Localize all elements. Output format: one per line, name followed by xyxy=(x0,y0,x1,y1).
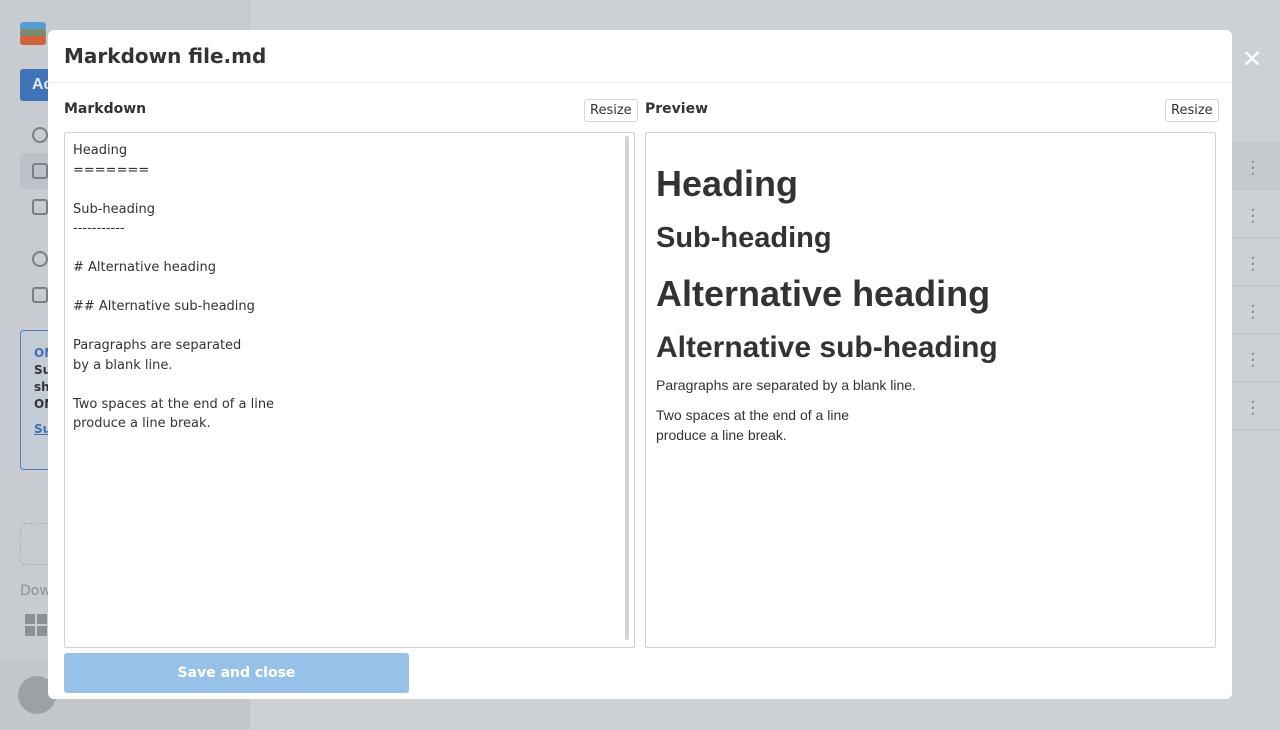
preview-line: produce a line break. xyxy=(656,427,787,443)
table-row[interactable] xyxy=(1232,286,1280,334)
preview-paragraph: Paragraphs are separated by a blank line… xyxy=(656,377,916,393)
markdown-label: Markdown xyxy=(64,101,147,117)
onlyoffice-logo xyxy=(20,22,46,46)
resize-preview-button[interactable]: Resize xyxy=(1165,99,1219,122)
archive-icon[interactable] xyxy=(32,199,48,215)
table-row[interactable] xyxy=(1232,238,1280,286)
grid-icon[interactable] xyxy=(32,163,48,179)
preview-label: Preview xyxy=(645,101,709,117)
download-label: Dow xyxy=(20,583,51,599)
preview-line: Two spaces at the end of a line xyxy=(656,407,850,423)
more-options-icon[interactable]: · · · xyxy=(1250,202,1256,232)
preview-pane: Heading Sub-heading Alternative heading … xyxy=(645,132,1216,648)
more-options-icon[interactable]: · · · xyxy=(1250,346,1256,376)
group-icon[interactable] xyxy=(32,251,48,267)
preview-heading: Heading xyxy=(656,163,799,204)
preview-alt-subheading: Alternative sub-heading xyxy=(656,331,998,364)
more-options-icon[interactable]: · · · xyxy=(1250,250,1256,280)
table-row[interactable] xyxy=(1232,382,1280,430)
trash-icon[interactable] xyxy=(32,287,48,303)
windows-icon[interactable] xyxy=(25,614,47,636)
table-row[interactable] xyxy=(1232,142,1280,190)
divider xyxy=(48,82,1232,83)
user-icon[interactable] xyxy=(32,127,48,143)
more-options-icon[interactable]: · · · xyxy=(1250,298,1256,328)
dialog-title: Markdown file.md xyxy=(64,44,267,68)
markdown-textarea[interactable]: Heading ======= Sub-heading ----------- … xyxy=(64,132,635,648)
more-options-icon[interactable]: · · · xyxy=(1250,394,1256,424)
close-icon[interactable]: ✕ xyxy=(1242,45,1262,73)
table-row[interactable] xyxy=(1232,190,1280,238)
resize-markdown-button[interactable]: Resize xyxy=(584,99,638,122)
save-and-close-button[interactable]: Save and close xyxy=(64,653,409,693)
preview-alt-heading: Alternative heading xyxy=(656,273,991,314)
preview-subheading: Sub-heading xyxy=(656,222,832,254)
preview-paragraph-linebreak: Two spaces at the end of a line produce a… xyxy=(656,405,1205,445)
more-options-icon[interactable]: · · · xyxy=(1250,154,1256,184)
editor-scrollbar[interactable] xyxy=(625,136,629,640)
markdown-editor-dialog: Markdown file.md Markdown Resize Preview… xyxy=(48,30,1232,699)
table-row[interactable] xyxy=(1232,334,1280,382)
